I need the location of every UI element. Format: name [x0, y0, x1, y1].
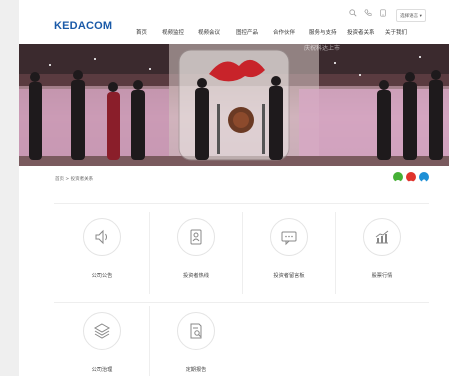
stock-chart-icon [363, 218, 401, 256]
card-label: 投资者留言板 [273, 273, 305, 279]
nav-item-home[interactable]: 首页 [136, 28, 147, 36]
divider [54, 203, 429, 204]
nav-item-support[interactable]: 服务与支持 [309, 28, 337, 36]
nav-item-products[interactable]: 图控产品 [236, 28, 258, 36]
card-label: 定期报告 [185, 367, 207, 373]
nav-item-investor-relations[interactable]: 投资者关系 [347, 28, 375, 36]
card-label: 公司公告 [91, 273, 113, 279]
nav-item-partners[interactable]: 合作伙伴 [273, 28, 295, 36]
report-search-icon [177, 312, 215, 350]
message-board-icon [270, 218, 308, 256]
ceremony-photo [19, 44, 449, 166]
phone-icon[interactable] [364, 9, 372, 21]
card-label: 公司治理 [91, 367, 113, 373]
weibo-share-icon[interactable] [406, 172, 416, 185]
language-select[interactable]: 选择语言 ▾ [396, 9, 426, 22]
page: KEDACOM 选择语言 ▾ 首页 视频监控 视频会议 图控产品 合作伙伴 服务… [19, 0, 449, 376]
card-label: 股票行情 [371, 273, 393, 279]
nav-item-video-conference[interactable]: 视频会议 [198, 28, 220, 36]
qq-share-icon[interactable] [419, 172, 429, 185]
grid-separator [242, 212, 243, 294]
banner-title: 庆祝科达上市 [304, 45, 341, 52]
mobile-icon[interactable] [379, 9, 387, 21]
wechat-share-icon[interactable] [393, 172, 403, 184]
grid-separator [335, 212, 336, 294]
layers-icon [83, 312, 121, 350]
hero-banner: 庆祝科达上市 [19, 44, 449, 166]
nav-item-video-surveillance[interactable]: 视频监控 [162, 28, 184, 36]
search-icon[interactable] [349, 9, 357, 21]
grid-separator [149, 212, 150, 294]
main-nav: 首页 视频监控 视频会议 图控产品 合作伙伴 服务与支持 投资者关系 关于我们 [19, 28, 449, 42]
speaker-icon [83, 218, 121, 256]
divider [54, 302, 429, 303]
contact-card-icon [177, 218, 215, 256]
nav-item-about[interactable]: 关于我们 [385, 28, 407, 36]
breadcrumb[interactable]: 首页 > 投资者关系 [55, 176, 93, 182]
card-label: 投资者热线 [183, 273, 209, 279]
